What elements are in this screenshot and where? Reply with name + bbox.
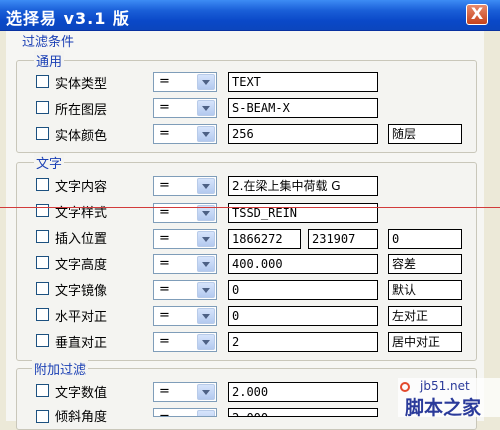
text-content-input[interactable]: 2.在梁上集中荷载 G xyxy=(228,176,378,196)
text-content-checkbox[interactable] xyxy=(36,178,49,191)
text-number-label: 文字数值 xyxy=(55,386,108,401)
window-title: 选择易 v3.1 版 xyxy=(6,9,130,28)
entity-type-checkbox[interactable] xyxy=(36,75,49,88)
site-logo-icon xyxy=(400,382,410,392)
title-bar: 选择易 v3.1 版 X xyxy=(0,0,500,31)
h-align-extra-field[interactable]: 左对正 xyxy=(388,306,462,326)
chevron-down-icon xyxy=(197,100,215,116)
v-align-operator[interactable]: = xyxy=(153,332,217,352)
chevron-down-icon xyxy=(197,308,215,324)
insert-point-x-input[interactable]: 1866272 xyxy=(228,229,301,249)
chevron-down-icon xyxy=(197,384,215,400)
layer-input[interactable]: S-BEAM-X xyxy=(228,98,378,118)
watermark-name: 脚本之家 xyxy=(405,397,482,419)
text-height-label: 文字高度 xyxy=(55,258,108,273)
group-text-label: 文字 xyxy=(34,153,65,172)
entity-type-label: 实体类型 xyxy=(55,77,108,92)
close-icon: X xyxy=(470,4,484,23)
chevron-down-icon xyxy=(197,282,215,298)
color-label: 实体颜色 xyxy=(55,129,108,144)
color-input[interactable]: 256 xyxy=(228,124,378,144)
text-number-operator[interactable]: = xyxy=(153,382,217,402)
text-mirror-extra-field[interactable]: 默认 xyxy=(388,280,462,300)
text-mirror-label: 文字镜像 xyxy=(55,284,108,299)
chevron-down-icon xyxy=(197,231,215,247)
group-extra-label: 附加过滤 xyxy=(32,359,89,378)
layer-operator[interactable]: = xyxy=(153,98,217,118)
insert-point-z-input[interactable]: 0 xyxy=(388,229,462,249)
chevron-down-icon xyxy=(197,256,215,272)
text-style-label: 文字样式 xyxy=(55,206,108,221)
text-content-operator[interactable]: = xyxy=(153,176,217,196)
text-style-checkbox[interactable] xyxy=(36,204,49,217)
v-align-input[interactable]: 2 xyxy=(228,332,378,352)
text-height-operator[interactable]: = xyxy=(153,254,217,274)
group-filter-label: 过滤条件 xyxy=(22,35,75,50)
chevron-down-icon xyxy=(197,126,215,142)
v-align-label: 垂直对正 xyxy=(55,336,108,351)
text-number-input[interactable]: 2.000 xyxy=(228,382,378,402)
h-align-operator[interactable]: = xyxy=(153,306,217,326)
color-operator[interactable]: = xyxy=(153,124,217,144)
h-align-checkbox[interactable] xyxy=(36,308,49,321)
text-height-input[interactable]: 400.000 xyxy=(228,254,378,274)
tilt-angle-operator[interactable]: = xyxy=(153,408,217,417)
insert-point-operator[interactable]: = xyxy=(153,229,217,249)
watermark-site: jb51.net xyxy=(420,379,470,393)
tilt-angle-input[interactable]: 2.000 xyxy=(228,408,378,417)
h-align-input[interactable]: 0 xyxy=(228,306,378,326)
chevron-down-icon xyxy=(197,334,215,350)
text-mirror-operator[interactable]: = xyxy=(153,280,217,300)
entity-type-operator[interactable]: = xyxy=(153,72,217,92)
entity-type-input[interactable]: TEXT xyxy=(228,72,378,92)
color-checkbox[interactable] xyxy=(36,127,49,140)
text-style-input[interactable]: TSSD_REIN xyxy=(228,203,378,223)
text-style-operator[interactable]: = xyxy=(153,203,217,223)
text-height-checkbox[interactable] xyxy=(36,256,49,269)
insert-point-y-input[interactable]: 231907 xyxy=(308,229,378,249)
text-number-checkbox[interactable] xyxy=(36,384,49,397)
chevron-down-icon xyxy=(197,74,215,90)
text-mirror-input[interactable]: 0 xyxy=(228,280,378,300)
v-align-extra-field[interactable]: 居中对正 xyxy=(388,332,462,352)
color-extra-field[interactable]: 随层 xyxy=(388,124,462,144)
tilt-angle-label: 倾斜角度 xyxy=(55,410,108,425)
layer-checkbox[interactable] xyxy=(36,101,49,114)
chevron-down-icon xyxy=(197,410,215,416)
text-height-tolerance-field[interactable]: 容差 xyxy=(388,254,462,274)
layer-label: 所在图层 xyxy=(55,103,108,118)
text-content-label: 文字内容 xyxy=(55,180,108,195)
text-mirror-checkbox[interactable] xyxy=(36,282,49,295)
insert-point-checkbox[interactable] xyxy=(36,230,49,243)
insert-point-label: 插入位置 xyxy=(55,232,108,247)
group-general-label: 通用 xyxy=(34,51,65,70)
h-align-label: 水平对正 xyxy=(55,310,108,325)
chevron-down-icon xyxy=(197,178,215,194)
v-align-checkbox[interactable] xyxy=(36,334,49,347)
red-guide-line xyxy=(0,207,500,208)
close-button[interactable]: X xyxy=(466,4,488,25)
